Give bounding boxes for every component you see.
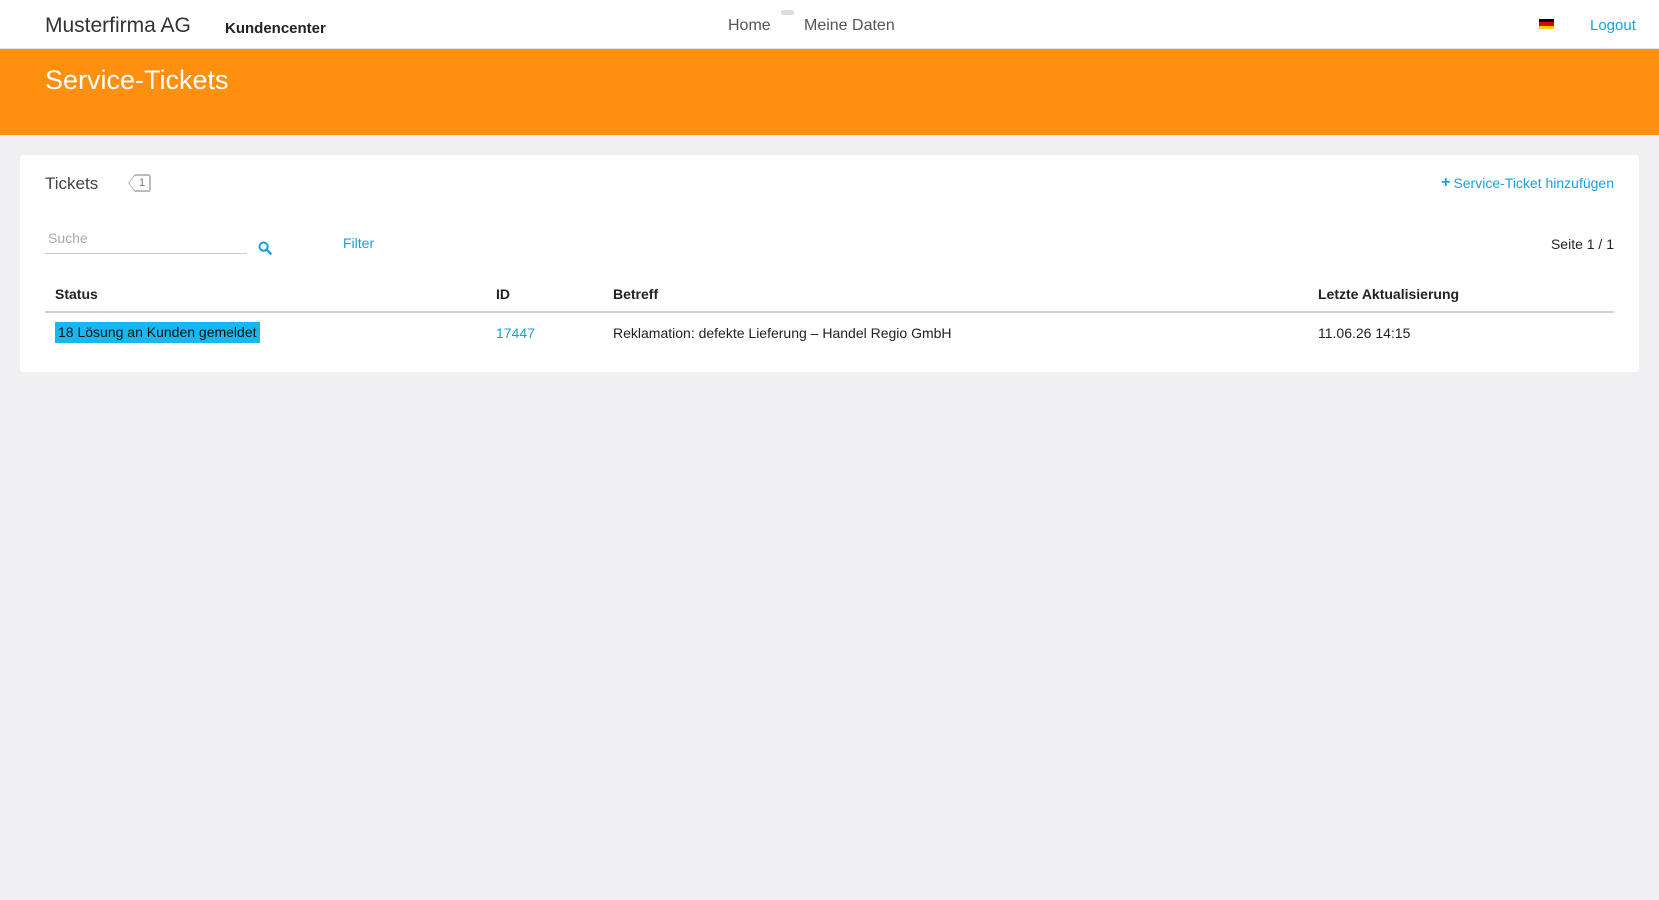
german-flag-icon[interactable] bbox=[1539, 19, 1554, 29]
logout-link[interactable]: Logout bbox=[1590, 17, 1636, 34]
table-header-row: Status ID Betreff Letzte Aktualisierung bbox=[45, 276, 1614, 313]
page-title: Service-Tickets bbox=[45, 65, 229, 95]
ticket-id-link[interactable]: 17447 bbox=[496, 325, 535, 341]
filter-button[interactable]: Filter bbox=[343, 235, 374, 251]
add-service-ticket-button[interactable]: + Service-Ticket hinzufügen bbox=[1441, 174, 1614, 192]
nav-home[interactable]: Home bbox=[728, 17, 771, 35]
search-input[interactable] bbox=[45, 222, 247, 254]
cell-id: 17447 bbox=[486, 312, 603, 352]
plus-icon: + bbox=[1441, 174, 1451, 191]
tickets-card: Tickets 1 + Service-Ticket hinzufügen Fi… bbox=[20, 155, 1639, 372]
cell-subject: Reklamation: defekte Lieferung – Handel … bbox=[613, 324, 952, 341]
search-icon[interactable] bbox=[258, 241, 272, 255]
tickets-heading: Tickets bbox=[45, 174, 99, 193]
column-header-status[interactable]: Status bbox=[45, 276, 486, 313]
column-header-id[interactable]: ID bbox=[486, 276, 603, 313]
add-service-ticket-label: Service-Ticket hinzufügen bbox=[1453, 175, 1614, 191]
cell-last-update: 11.06.26 14:15 bbox=[1318, 324, 1411, 341]
brand-logo-link[interactable]: Musterfirma AG bbox=[45, 14, 191, 38]
page-header: Service-Tickets bbox=[0, 49, 1659, 135]
table-row[interactable]: 18 Lösung an Kunden gemeldet 17447 Rekla… bbox=[45, 312, 1614, 352]
column-header-last-update[interactable]: Letzte Aktualisierung bbox=[1308, 276, 1614, 313]
nav-my-data[interactable]: Meine Daten bbox=[804, 17, 895, 35]
nav-active-indicator bbox=[781, 10, 794, 15]
pagination-info: Seite 1 / 1 bbox=[1550, 236, 1614, 252]
portal-name: Kundencenter bbox=[225, 20, 326, 37]
column-header-subject[interactable]: Betreff bbox=[603, 276, 1308, 313]
top-navbar: Musterfirma AG Kundencenter Home Meine D… bbox=[0, 0, 1659, 49]
status-badge: 18 Lösung an Kunden gemeldet bbox=[55, 322, 260, 343]
tickets-table: Status ID Betreff Letzte Aktualisierung … bbox=[45, 276, 1614, 352]
count-badge-outline bbox=[128, 174, 150, 192]
cell-status: 18 Lösung an Kunden gemeldet bbox=[45, 312, 486, 352]
